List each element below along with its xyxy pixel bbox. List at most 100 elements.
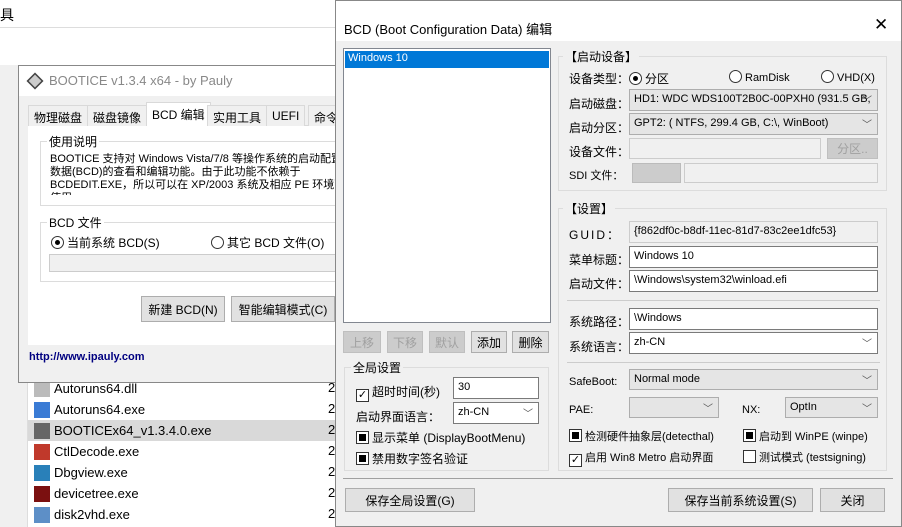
device-file-input[interactable] (629, 138, 821, 159)
close-button[interactable]: 关闭 (820, 488, 885, 512)
metro-checkbox[interactable]: ✓ 启用 Win8 Metro 启动界面 (569, 449, 713, 467)
chevron-down-icon: ﹀ (862, 96, 872, 107)
boot-language-select[interactable]: zh-CN ﹀ (453, 402, 539, 424)
system-language-select[interactable]: zh-CN ﹀ (629, 332, 878, 354)
tab-bcd-edit[interactable]: BCD 编辑 (146, 102, 211, 126)
timeout-checkbox[interactable]: ✓ 超时时间(秒) (356, 383, 440, 402)
partition-button[interactable]: 分区.. (827, 138, 878, 159)
guid-field[interactable]: {f862df0c-b8df-11ec-81d7-83c2ee1dfc53} (629, 221, 878, 243)
detecthal-checkbox[interactable]: 检测硬件抽象层(detecthal) (569, 428, 714, 444)
close-icon[interactable]: ✕ (874, 15, 888, 35)
bcd-file-path[interactable] (49, 254, 339, 272)
radio-current-bcd[interactable]: 当前系统 BCD(S) (51, 234, 160, 251)
radio-partition[interactable]: 分区 (629, 70, 669, 87)
disk2vhd-icon (34, 506, 50, 523)
bcd-file-legend: BCD 文件 (47, 214, 104, 231)
file-item[interactable]: disk2vhd.exe (28, 504, 338, 525)
toolbar-label: 具 (0, 7, 14, 23)
file-name: Autoruns64.dll (54, 381, 138, 396)
file-item[interactable]: BOOTICEx64_v1.3.4.0.exe (28, 420, 338, 441)
save-current-button[interactable]: 保存当前系统设置(S) (668, 488, 813, 512)
pae-label: PAE: (569, 404, 594, 416)
tab-physical-disk[interactable]: 物理磁盘 (28, 105, 89, 126)
settings-group: 【设置】 GUID： {f862df0c-b8df-11ec-81d7-83c2… (558, 200, 887, 471)
nx-select[interactable]: OptIn ﹀ (785, 397, 878, 418)
global-settings-group: 全局设置 ✓ 超时时间(秒) 30 启动界面语言： zh-CN ﹀ 显示菜单 (Di… (344, 359, 549, 471)
boot-device-group: 【启动设备】 设备类型： 分区 RamDisk VHD(X) 启动磁盘： HD1… (558, 48, 887, 191)
file-item[interactable]: devicetree.exe (28, 483, 338, 504)
bootice-icon (26, 72, 44, 90)
delete-button[interactable]: 删除 (512, 331, 549, 353)
add-button[interactable]: 添加 (471, 331, 507, 353)
file-name: Dbgview.exe (54, 465, 128, 480)
new-bcd-button[interactable]: 新建 BCD(N) (141, 296, 225, 322)
boot-entry[interactable]: Windows 10 (345, 51, 549, 68)
timeout-input[interactable]: 30 (453, 377, 539, 399)
system-path-label: 系统路径： (569, 315, 630, 329)
system-path-input[interactable]: \Windows (629, 308, 878, 330)
ctldecode-icon (34, 443, 50, 460)
boot-disk-select[interactable]: HD1: WDC WDS100T2B0C-00PXH0 (931.5 GB, ﹀ (629, 89, 878, 111)
boot-partition-label: 启动分区： (569, 121, 630, 135)
disable-integrity-checkbox[interactable]: 禁用数字签名验证 (356, 450, 468, 467)
testsigning-checkbox[interactable]: 测试模式 (testsigning) (743, 449, 866, 465)
device-file-label: 设备文件： (569, 145, 630, 159)
safeboot-label: SafeBoot: (569, 376, 618, 388)
chevron-down-icon: ﹀ (523, 409, 533, 420)
guid-label: GUID： (569, 228, 622, 242)
winpe-checkbox[interactable]: 启动到 WinPE (winpe) (743, 428, 868, 444)
background-toolbar: 具 (0, 0, 340, 28)
radio-other-bcd[interactable]: 其它 BCD 文件(O) (211, 234, 324, 251)
usage-legend: 使用说明 (47, 133, 100, 150)
set-default-button[interactable]: 默认 (429, 331, 465, 353)
dbgview-icon (34, 464, 50, 481)
title-bar[interactable]: BOOTICE v1.3.4 x64 - by Pauly (19, 66, 347, 96)
sdi-path[interactable] (684, 163, 878, 183)
autoruns-icon (34, 401, 50, 418)
boot-partition-select[interactable]: GPT2: ( NTFS, 299.4 GB, C:\, WinBoot) ﹀ (629, 113, 878, 135)
move-down-button[interactable]: 下移 (387, 331, 423, 353)
tab-disk-image[interactable]: 磁盘镜像 (87, 105, 148, 126)
menu-title-input[interactable]: Windows 10 (629, 246, 878, 268)
file-item[interactable]: Autoruns64.exe (28, 399, 338, 420)
boot-file-input[interactable]: \Windows\system32\winload.efi (629, 270, 878, 292)
system-language-label: 系统语言： (569, 340, 630, 354)
bootice-icon (34, 422, 50, 439)
bcd-file-group: BCD 文件 当前系统 BCD(S) 其它 BCD 文件(O) (40, 214, 340, 282)
window-title: BOOTICE v1.3.4 x64 - by Pauly (49, 73, 233, 88)
radio-vhd[interactable]: VHD(X) (821, 70, 875, 84)
chevron-down-icon: ﹀ (703, 404, 713, 415)
move-up-button[interactable]: 上移 (343, 331, 381, 353)
file-name: Autoruns64.exe (54, 402, 146, 417)
menu-title-label: 菜单标题： (569, 253, 630, 267)
boot-language-label: 启动界面语言： (356, 410, 441, 424)
file-name: CtlDecode.exe (54, 444, 140, 459)
sdi-device[interactable] (632, 163, 681, 183)
tab-uefi[interactable]: UEFI (266, 105, 306, 126)
sdi-file-label: SDI 文件： (569, 170, 624, 182)
chevron-down-icon: ﹀ (862, 376, 872, 387)
chevron-down-icon: ﹀ (862, 339, 872, 350)
dialog-title: BCD (Boot Configuration Data) 编辑 (344, 22, 553, 37)
divider (567, 300, 880, 301)
safeboot-select[interactable]: Normal mode ﹀ (629, 369, 878, 390)
pae-select[interactable]: ﹀ (629, 397, 719, 418)
dialog-title-bar[interactable]: BCD (Boot Configuration Data) 编辑 ✕ (336, 1, 901, 41)
website-link[interactable]: http://www.ipauly.com (29, 351, 145, 363)
devicetree-icon (34, 485, 50, 502)
smart-edit-button[interactable]: 智能编辑模式(C) (231, 296, 335, 322)
file-item[interactable]: Dbgview.exe (28, 462, 338, 483)
usage-group: 使用说明 BOOTICE 支持对 Windows Vista/7/8 等操作系统… (40, 133, 345, 206)
chevron-down-icon: ﹀ (862, 404, 872, 415)
boot-device-legend: 【启动设备】 (563, 48, 640, 65)
tab-utilities[interactable]: 实用工具 (207, 105, 268, 126)
file-name: BOOTICEx64_v1.3.4.0.exe (54, 423, 212, 438)
chevron-down-icon: ﹀ (862, 120, 872, 131)
save-global-button[interactable]: 保存全局设置(G) (345, 488, 475, 512)
boot-entry-list[interactable]: Windows 10 (343, 48, 551, 323)
boot-file-label: 启动文件： (569, 277, 630, 291)
file-name: devicetree.exe (54, 486, 139, 501)
radio-ramdisk[interactable]: RamDisk (729, 70, 790, 84)
file-item[interactable]: CtlDecode.exe (28, 441, 338, 462)
display-menu-checkbox[interactable]: 显示菜单 (DisplayBootMenu) (356, 429, 525, 446)
